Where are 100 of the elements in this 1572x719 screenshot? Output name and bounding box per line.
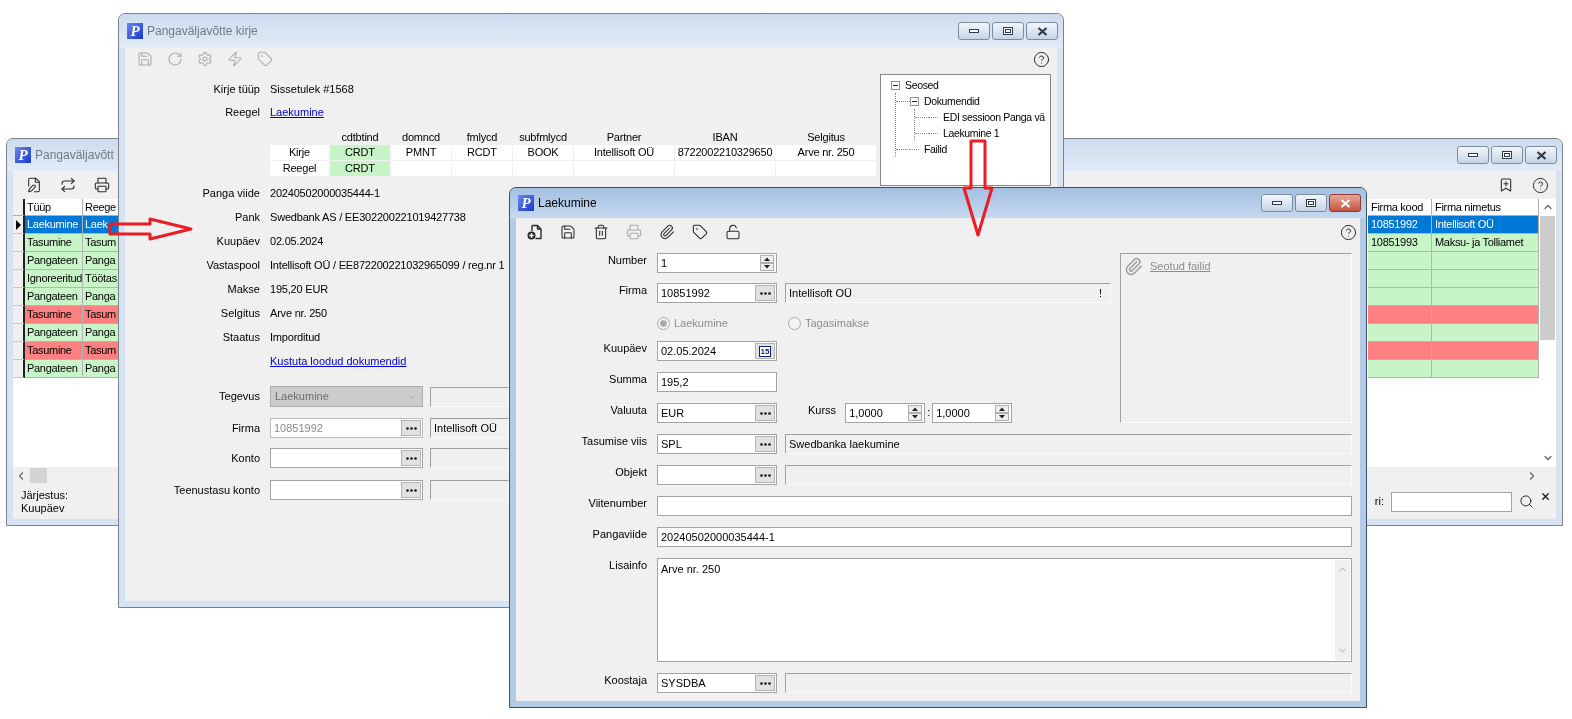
input-field[interactable]: SYSDBA [657,673,777,693]
readonly-field[interactable]: Intellisoft OÜ ! [785,283,1111,303]
loop-arrows-icon[interactable] [60,177,76,193]
browse-button[interactable] [755,436,775,452]
trash-icon[interactable] [593,224,609,240]
spin-field[interactable]: 1,0000 [845,403,926,423]
browse-button[interactable] [401,450,421,466]
text-area[interactable]: Arve nr. 250 [657,558,1352,662]
row-selector[interactable] [13,288,25,306]
column-header: cdtbtind [340,130,380,144]
field-label: Objekt [615,465,647,479]
row-selector[interactable] [13,324,25,342]
field-value: 195,20 EUR [270,282,328,296]
search-icon[interactable] [1519,494,1534,509]
input-field[interactable]: 20240502000035444-1 [657,527,1352,547]
browse-button[interactable] [401,482,421,498]
minus-box-icon[interactable] [910,96,919,106]
help-icon[interactable] [1532,176,1549,194]
input-field[interactable] [657,496,1352,516]
date-field[interactable]: 02.05.2024 15 [657,341,777,361]
close-button[interactable] [1525,146,1557,164]
input-field[interactable] [270,448,423,468]
browse-button[interactable] [755,467,775,483]
tree-item[interactable]: Dokumendid [924,94,980,108]
table-cell: Panga [83,360,118,378]
spin-field[interactable]: 1,0000 [932,403,1013,423]
column-header: fmlycd [465,130,499,144]
row-selector[interactable] [13,216,25,234]
table-cell: 10851993 [1368,234,1432,252]
input-field[interactable] [657,465,777,485]
close-icon [1535,150,1547,160]
field-label: Staatus [222,330,260,344]
ellipsis-icon [759,681,771,685]
maximize-button[interactable] [1491,146,1523,164]
row-selector[interactable] [13,252,25,270]
table-cell: 8722002210329650 [675,145,775,160]
field-label: Tegevus [219,390,260,403]
field-label: Lisainfo [609,558,647,572]
filter-field[interactable] [1391,491,1512,512]
calendar-button[interactable]: 15 [755,343,775,359]
minus-box-icon[interactable] [891,80,900,90]
table-cell: Ignoreeritud [25,270,83,288]
maximize-button[interactable] [992,22,1024,40]
open-padlock-icon[interactable] [725,224,741,240]
spin-arrows-icon[interactable] [760,255,774,271]
edit-document-icon[interactable] [26,177,42,193]
paperclip-icon [1124,257,1143,276]
printer-icon[interactable] [94,177,110,193]
row-selector[interactable] [13,360,25,378]
field-value: 20240502000035444-1 [270,186,380,200]
readonly-field[interactable] [430,448,509,468]
maximize-button[interactable] [1295,194,1327,212]
field-label: Valuuta [610,403,647,417]
help-icon[interactable] [1340,223,1357,241]
minimize-button[interactable] [1457,146,1489,164]
readonly-field[interactable] [785,673,1352,693]
close-button[interactable] [1329,194,1361,212]
browse-button[interactable] [755,675,775,691]
readonly-field[interactable] [785,465,1352,485]
spin-field[interactable]: 1 [657,253,777,273]
row-selector[interactable] [13,270,25,288]
minimize-button[interactable] [958,22,990,40]
input-field[interactable]: 10851992 [657,283,777,303]
tree-item[interactable]: EDI sessioon Panga vä [943,110,1045,124]
bookmark-plus-icon[interactable] [1498,177,1514,193]
input-field[interactable]: EUR [657,403,777,423]
save-icon[interactable] [560,224,576,240]
tree-item[interactable]: Seosed [905,78,939,92]
readonly-field[interactable] [430,480,509,500]
ellipsis-icon [405,456,417,460]
readonly-field[interactable]: Swedbanka laekumine [785,434,1352,454]
row-selector[interactable] [13,342,25,360]
row-selector[interactable] [13,234,25,252]
spin-arrows-icon[interactable] [908,405,923,421]
tag-icon[interactable] [692,224,708,240]
browse-button[interactable] [755,285,775,301]
scrollbar-thumb[interactable] [30,468,47,483]
input-field[interactable]: SPL [657,434,777,454]
help-icon[interactable] [1033,50,1050,68]
link[interactable]: Laekumine [270,105,324,119]
close-button[interactable] [1026,22,1058,40]
input-field[interactable] [270,480,423,500]
minimize-button[interactable] [1261,194,1293,212]
maximize-icon [1502,151,1512,159]
table-cell [1368,360,1432,378]
scrollbar-thumb[interactable] [1540,216,1555,340]
spin-arrows-icon[interactable] [995,405,1010,421]
tree-item[interactable]: Failid [924,142,947,156]
new-document-icon[interactable] [527,224,543,240]
close-icon[interactable] [1540,491,1551,502]
row-selector[interactable] [13,306,25,324]
input-field[interactable]: 195,2 [657,372,777,392]
readonly-field[interactable] [430,386,509,407]
field-value: Sissetulek #1568 [270,82,354,96]
tree-item[interactable]: Laekumine 1 [943,126,1000,140]
paperclip-icon[interactable] [659,224,675,240]
table-cell: Pangateen [25,324,83,342]
browse-button[interactable] [755,405,775,421]
table-cell: RCDT [452,145,512,160]
link[interactable]: Kustuta loodud dokumendid [270,354,407,368]
